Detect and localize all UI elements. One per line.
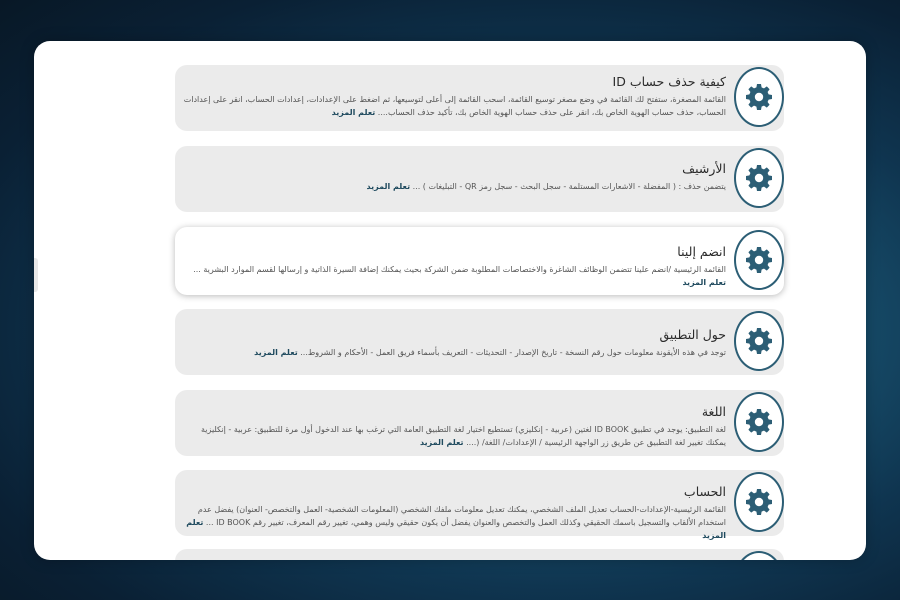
learn-more-link[interactable]: تعلم المزيد (254, 348, 298, 357)
card-description: لغة التطبيق: يوجد في تطبيق ID BOOK لغتين… (201, 425, 726, 447)
card-description: القائمة الرئيسية-الإعدادات-الحساب تعديل … (186, 505, 726, 540)
app-window: كيفية حذف حساب ID القائمة المصغرة، ستفتح… (34, 41, 866, 560)
gear-icon (734, 472, 784, 532)
card-title: الأرشيف (682, 161, 726, 176)
gear-icon (734, 230, 784, 290)
gear-icon (734, 311, 784, 371)
learn-more-link[interactable]: تعلم المزيد (682, 278, 726, 287)
window-edge-tab (34, 258, 38, 292)
card-title: كيفية حذف حساب ID (612, 74, 726, 89)
card-description: القائمة الرئيسية /انضم علينا تتضمن الوظا… (193, 265, 726, 287)
faq-card-join-us[interactable]: انضم إلينا القائمة الرئيسية /انضم علينا … (175, 227, 784, 295)
faq-card-delete-account[interactable]: كيفية حذف حساب ID القائمة المصغرة، ستفتح… (175, 65, 784, 131)
card-title: اللغة (701, 404, 726, 419)
faq-card-partial[interactable] (175, 549, 784, 560)
faq-card-account[interactable]: الحساب القائمة الرئيسية-الإعدادات-الحساب… (175, 470, 784, 540)
card-title: الحساب (683, 484, 726, 499)
gear-icon (734, 67, 784, 127)
gear-icon (734, 392, 784, 452)
faq-card-about-app[interactable]: حول التطبيق توجد في هذه الأيقونة معلومات… (175, 309, 784, 375)
card-description: القائمة المصغرة، ستفتح لك القائمة في وضع… (183, 95, 726, 117)
card-description: توجد في هذه الأيقونة معلومات حول رقم الن… (254, 348, 726, 357)
card-description: يتضمن حذف : ( المفضلة - الاشعارات المستل… (366, 182, 726, 191)
faq-card-archive[interactable]: الأرشيف يتضمن حذف : ( المفضلة - الاشعارا… (175, 146, 784, 212)
learn-more-link[interactable]: تعلم المزيد (367, 182, 411, 191)
learn-more-link[interactable]: تعلم المزيد (332, 108, 376, 117)
gear-icon (734, 148, 784, 208)
gear-icon (734, 551, 784, 560)
faq-card-language[interactable]: اللغة لغة التطبيق: يوجد في تطبيق ID BOOK… (175, 390, 784, 456)
learn-more-link[interactable]: تعلم المزيد (420, 438, 464, 447)
card-title: حول التطبيق (659, 327, 726, 342)
card-title: انضم إلينا (677, 244, 726, 259)
